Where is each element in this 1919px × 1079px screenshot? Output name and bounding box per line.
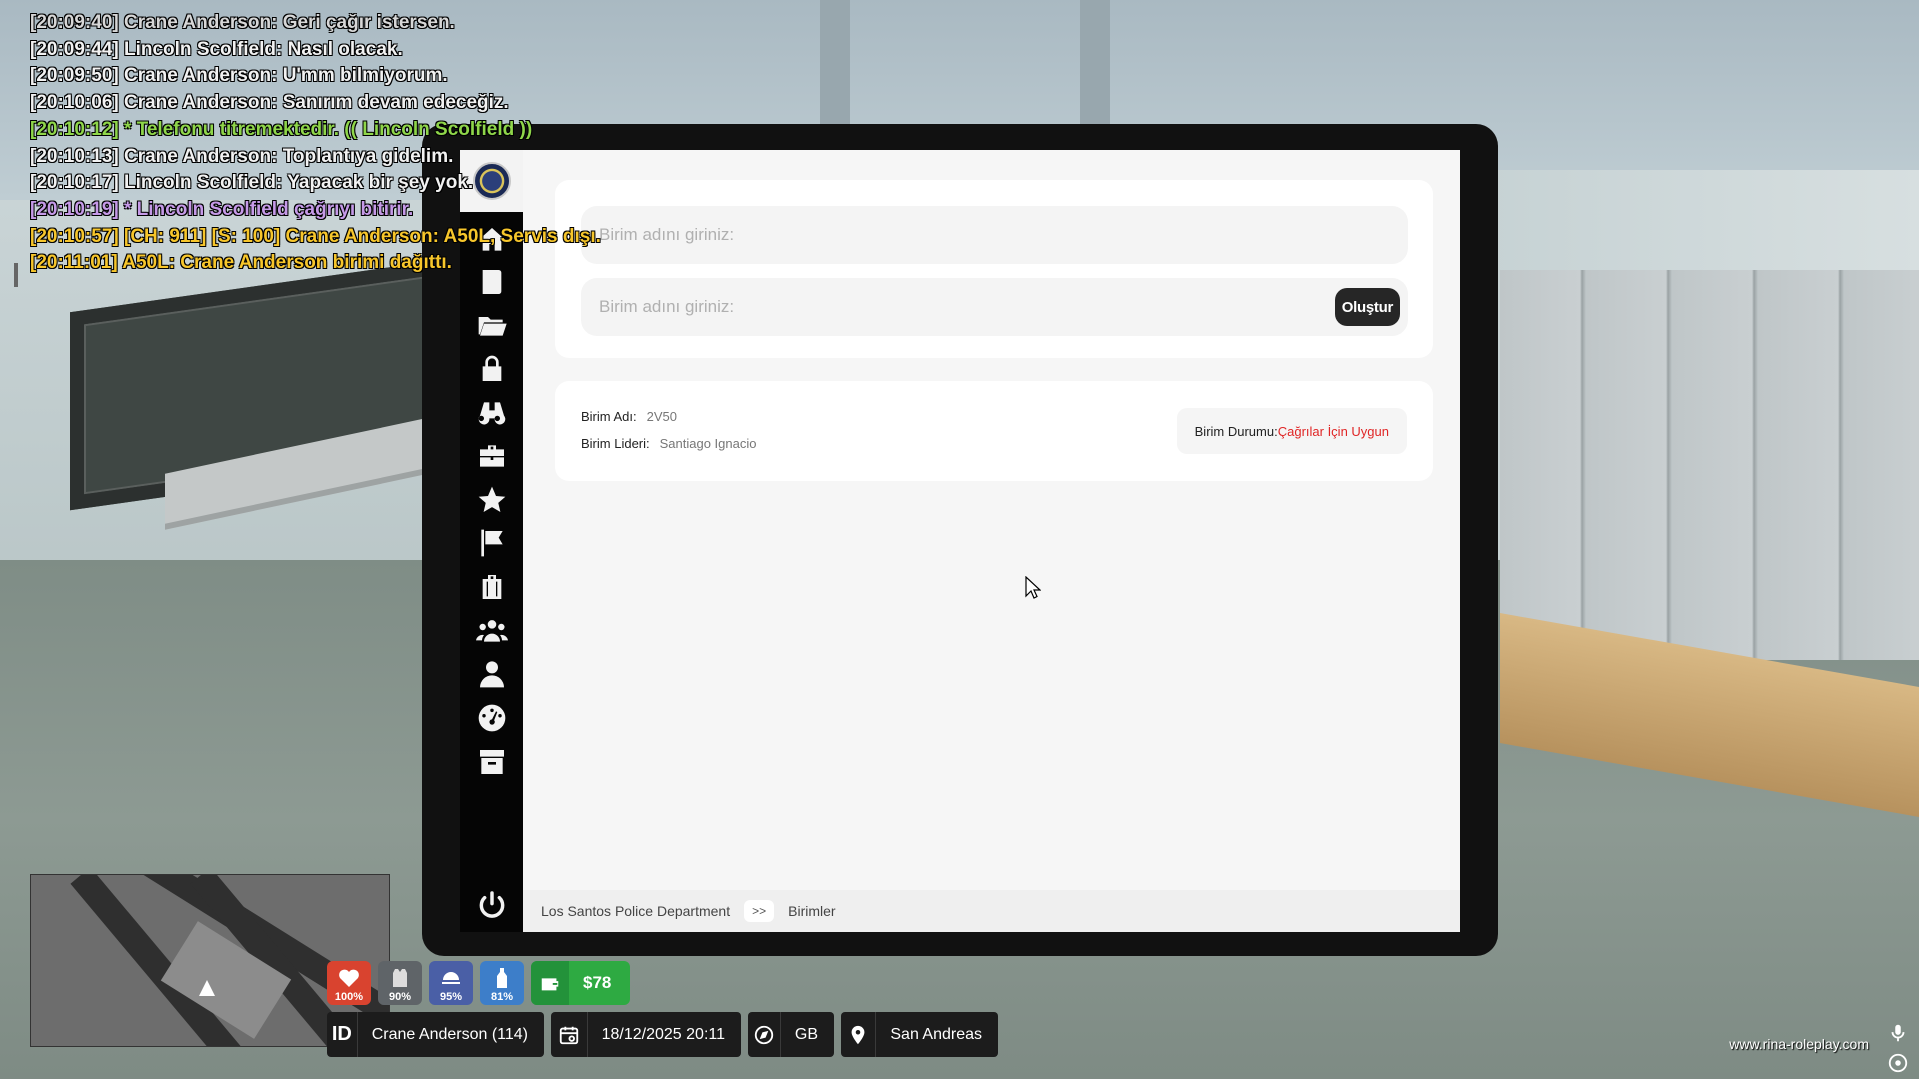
health-value: 100% xyxy=(334,991,364,1003)
chat-scrollbar[interactable] xyxy=(14,263,18,287)
thirst-stat: 81% xyxy=(480,961,524,1005)
ceiling-beam xyxy=(820,0,850,130)
chat-line: [20:10:13] Crane Anderson: Toplantıya gi… xyxy=(30,145,454,167)
breadcrumb-current: Birimler xyxy=(788,903,836,919)
hunger-stat: 95% xyxy=(429,961,473,1005)
create-button[interactable]: Oluştur xyxy=(1334,288,1400,326)
suitcase-icon[interactable] xyxy=(460,567,523,607)
unit-leader-value: Santiago Ignacio xyxy=(659,436,757,451)
create-unit-card: Birim adını giriniz: Birim adını giriniz… xyxy=(555,180,1433,358)
unit-leader-label: Birim Lideri: xyxy=(581,436,650,451)
tablet-screen: Birim adını giriniz: Birim adını giriniz… xyxy=(523,150,1460,932)
player-arrow-icon xyxy=(199,980,215,996)
chat-line: [20:09:40] Crane Anderson: Geri çağır is… xyxy=(30,12,455,33)
chat-line: [20:10:19] * Lincoln Scolfield çağrıyı b… xyxy=(30,198,414,220)
compass-icon xyxy=(748,1012,781,1057)
hunger-value: 95% xyxy=(439,991,463,1003)
location-bar: San Andreas xyxy=(841,1012,998,1057)
unit-name-row: Birim Adı: 2V50 xyxy=(581,409,677,424)
unit-status-value: Çağrılar İçin Uygun xyxy=(1277,423,1389,439)
chat-line: [20:11:01] A50L: Crane Anderson birimi d… xyxy=(30,252,452,274)
armor-value: 90% xyxy=(388,991,412,1003)
unit-name-input[interactable]: Birim adını giriniz: xyxy=(581,206,1408,264)
vest-icon xyxy=(393,969,407,987)
briefcase-icon[interactable] xyxy=(460,436,523,476)
voice-range-icon xyxy=(1888,1053,1908,1073)
microphone-icon xyxy=(1891,1024,1905,1042)
unit-name-label: Birim Adı: xyxy=(581,409,637,424)
chat-line: [20:10:06] Crane Anderson: Sanırım devam… xyxy=(30,92,509,114)
flag-icon[interactable] xyxy=(460,523,523,563)
wallet-icon xyxy=(531,961,569,1005)
unit-name-placeholder-2: Birim adını giriniz: xyxy=(599,297,735,316)
folder-open-icon[interactable] xyxy=(460,305,523,345)
lock-icon[interactable] xyxy=(460,349,523,389)
location-value: San Andreas xyxy=(890,1025,982,1043)
thirst-value: 81% xyxy=(490,991,514,1003)
armor-stat: 90% xyxy=(378,961,422,1005)
chat-line: [20:09:50] Crane Anderson: U'mm bilmiyor… xyxy=(30,65,448,87)
power-icon[interactable] xyxy=(460,885,523,925)
tachometer-icon[interactable] xyxy=(460,698,523,738)
unit-card: Birim Adı: 2V50 Birim Lideri: Santiago Ign… xyxy=(555,381,1433,481)
calendar-icon xyxy=(551,1012,588,1057)
chat-line: [20:10:17] Lincoln Scolfield: Yapacak bi… xyxy=(30,172,474,194)
datetime-bar: 18/12/2025 20:11 xyxy=(551,1012,741,1057)
unit-status-badge[interactable]: Birim Durumu: Çağrılar İçin Uygun xyxy=(1176,408,1407,454)
unit-leader-row: Birim Lideri: Santiago Ignacio xyxy=(581,436,756,451)
food-icon xyxy=(442,972,460,984)
users-icon[interactable] xyxy=(460,611,523,651)
unit-status-label: Birim Durumu: xyxy=(1194,423,1278,439)
breadcrumb-separator: >> xyxy=(744,900,775,922)
datetime-value: 18/12/2025 20:11 xyxy=(601,1025,725,1043)
star-icon[interactable] xyxy=(460,480,523,520)
unit-name-input-2[interactable]: Birim adını giriniz: Oluştur xyxy=(581,278,1408,336)
player-name: Crane Anderson (114) xyxy=(371,1025,528,1043)
ceiling-beam xyxy=(1080,0,1110,130)
id-icon: ID xyxy=(327,1012,358,1057)
breadcrumb-root[interactable]: Los Santos Police Department xyxy=(541,903,730,919)
breadcrumb: Los Santos Police Department >> Birimler xyxy=(523,890,1460,932)
unit-name-value: 2V50 xyxy=(646,409,677,424)
player-id-bar: ID Crane Anderson (114) xyxy=(327,1012,544,1057)
archive-icon[interactable] xyxy=(460,742,523,782)
direction-value: GB xyxy=(794,1025,818,1043)
money-display: $78 xyxy=(531,961,630,1005)
map-pin-icon xyxy=(841,1012,877,1057)
direction-bar: GB xyxy=(748,1012,834,1057)
chat-line: [20:10:12] * Telefonu titremektedir. (( … xyxy=(30,118,533,140)
chat-line: [20:10:57] [CH: 911] [S: 100] Crane Ande… xyxy=(30,225,601,247)
binoculars-icon[interactable] xyxy=(460,393,523,433)
bottle-icon xyxy=(497,968,507,988)
server-watermark: www.rina-roleplay.com xyxy=(1729,1036,1869,1052)
chat-box: [20:09:40] Crane Anderson: Geri çağır is… xyxy=(30,10,601,277)
lockers xyxy=(1500,270,1919,660)
unit-name-placeholder: Birim adını giriniz: xyxy=(599,225,735,244)
health-stat: 100% xyxy=(327,961,371,1005)
user-icon[interactable] xyxy=(460,654,523,694)
money-value: $78 xyxy=(583,973,612,992)
mouse-cursor-icon xyxy=(1025,576,1041,599)
chat-line: [20:09:44] Lincoln Scolfield: Nasıl olac… xyxy=(30,38,403,60)
heart-icon xyxy=(339,969,359,987)
